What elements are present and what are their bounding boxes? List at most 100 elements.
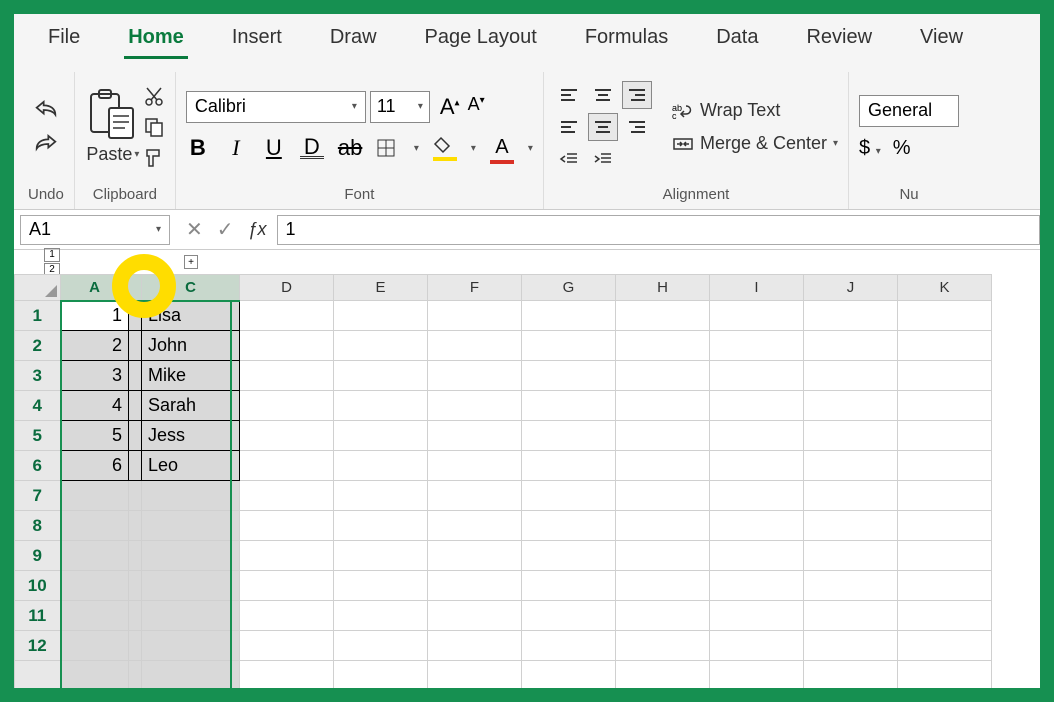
group-alignment: abc Wrap Text Merge & Center ▾ Alignment [544, 72, 849, 209]
row-header[interactable]: 9 [15, 541, 61, 571]
row-header[interactable]: 4 [15, 391, 61, 421]
align-right-button[interactable] [622, 113, 652, 141]
align-top-center-button[interactable] [588, 81, 618, 109]
align-top-right-button[interactable] [622, 81, 652, 109]
cell[interactable]: 6 [61, 451, 129, 481]
increase-font-button[interactable]: A▴ [440, 94, 460, 120]
group-undo: Undo [18, 72, 75, 209]
cell[interactable]: Jess [142, 421, 240, 451]
tab-view[interactable]: View [916, 18, 967, 57]
cell[interactable]: Mike [142, 361, 240, 391]
undo-button[interactable] [32, 98, 60, 122]
cell[interactable]: 2 [61, 331, 129, 361]
chevron-down-icon[interactable]: ▾ [414, 143, 419, 154]
row-header[interactable]: 2 [15, 331, 61, 361]
merge-center-button[interactable]: Merge & Center ▾ [672, 133, 838, 154]
row-header[interactable]: 12 [15, 631, 61, 661]
col-header-d[interactable]: D [240, 275, 334, 301]
col-header-e[interactable]: E [334, 275, 428, 301]
col-header-k[interactable]: K [898, 275, 992, 301]
ribbon-body: Undo [14, 60, 1040, 210]
insert-function-button[interactable]: ƒx [248, 219, 267, 240]
tab-draw[interactable]: Draw [326, 18, 381, 57]
chevron-down-icon[interactable]: ▾ [528, 143, 533, 154]
row-header[interactable] [15, 661, 61, 689]
group-label-alignment: Alignment [663, 182, 730, 209]
col-header-j[interactable]: J [804, 275, 898, 301]
select-all-corner[interactable] [15, 275, 61, 301]
col-header-c[interactable]: C [142, 275, 240, 301]
cell[interactable]: John [142, 331, 240, 361]
cell[interactable]: 3 [61, 361, 129, 391]
col-header-b[interactable] [129, 275, 142, 301]
col-header-a[interactable]: A [61, 275, 129, 301]
accounting-format-button[interactable]: $ ▾ [859, 137, 881, 160]
cell[interactable]: Sarah [142, 391, 240, 421]
decrease-font-button[interactable]: A▾ [468, 94, 485, 120]
cell[interactable]: Lisa [142, 301, 240, 331]
wrap-text-button[interactable]: abc Wrap Text [672, 100, 838, 121]
row-header[interactable]: 11 [15, 601, 61, 631]
copy-button[interactable] [143, 116, 165, 138]
number-format-select[interactable]: General [859, 95, 959, 127]
borders-button[interactable] [376, 138, 400, 158]
align-left-button[interactable] [554, 113, 584, 141]
decrease-indent-button[interactable] [554, 145, 584, 173]
font-size-select[interactable]: 11▾ [370, 91, 430, 123]
outline-level-1[interactable]: 1 [44, 248, 60, 262]
group-label-undo: Undo [28, 182, 64, 209]
row-header[interactable]: 7 [15, 481, 61, 511]
spreadsheet-grid[interactable]: A C D E F G H I J K 11 Lisa 22 John 33 Mike… [14, 274, 1040, 688]
enter-formula-button[interactable]: ✓ [217, 217, 234, 242]
col-header-f[interactable]: F [428, 275, 522, 301]
row-header[interactable]: 8 [15, 511, 61, 541]
cut-button[interactable] [143, 86, 165, 108]
group-clipboard: Paste ▾ Clipboard [75, 72, 176, 209]
increase-indent-button[interactable] [588, 145, 618, 173]
excel-window: File Home Insert Draw Page Layout Formul… [14, 14, 1040, 688]
align-top-left-button[interactable] [554, 81, 584, 109]
tab-page-layout[interactable]: Page Layout [421, 18, 541, 57]
font-name-select[interactable]: Calibri▾ [186, 91, 366, 123]
tab-review[interactable]: Review [802, 18, 876, 57]
tab-file[interactable]: File [44, 18, 84, 57]
cell[interactable]: Leo [142, 451, 240, 481]
row-header[interactable]: 6 [15, 451, 61, 481]
bold-button[interactable]: B [186, 135, 210, 161]
row-header[interactable]: 5 [15, 421, 61, 451]
strikethrough-button[interactable]: ab [338, 135, 362, 161]
outline-expand-button[interactable]: + [184, 255, 198, 269]
double-underline-button[interactable]: D [300, 138, 324, 159]
tab-data[interactable]: Data [712, 18, 762, 57]
chevron-down-icon: ▾ [134, 149, 139, 160]
align-center-button[interactable] [588, 113, 618, 141]
cell[interactable]: 4 [61, 391, 129, 421]
col-header-i[interactable]: I [710, 275, 804, 301]
cancel-formula-button[interactable]: ✕ [186, 217, 203, 242]
fill-color-button[interactable] [433, 136, 457, 161]
group-font: Calibri▾ 11▾ A▴ A▾ B I U D ab [176, 72, 544, 209]
row-header[interactable]: 10 [15, 571, 61, 601]
group-number: General $ ▾ % Nu [849, 72, 969, 209]
formula-input[interactable]: 1 [277, 215, 1040, 245]
tab-home[interactable]: Home [124, 18, 188, 57]
chevron-down-icon[interactable]: ▾ [471, 143, 476, 154]
paste-button[interactable]: Paste ▾ [85, 86, 141, 165]
col-header-h[interactable]: H [616, 275, 710, 301]
cell[interactable]: 5 [61, 421, 129, 451]
col-header-g[interactable]: G [522, 275, 616, 301]
italic-button[interactable]: I [224, 135, 248, 161]
name-box[interactable]: A1▾ [20, 215, 170, 245]
font-color-button[interactable]: A [490, 133, 514, 164]
tab-insert[interactable]: Insert [228, 18, 286, 57]
formula-bar: A1▾ ✕ ✓ ƒx 1 [14, 210, 1040, 250]
row-header[interactable]: 1 [15, 301, 61, 331]
percent-format-button[interactable]: % [893, 137, 911, 160]
redo-button[interactable] [32, 132, 60, 156]
cell[interactable]: 1 [61, 301, 129, 331]
paste-label: Paste [86, 144, 132, 165]
format-painter-button[interactable] [143, 146, 165, 168]
underline-button[interactable]: U [262, 135, 286, 161]
row-header[interactable]: 3 [15, 361, 61, 391]
tab-formulas[interactable]: Formulas [581, 18, 672, 57]
